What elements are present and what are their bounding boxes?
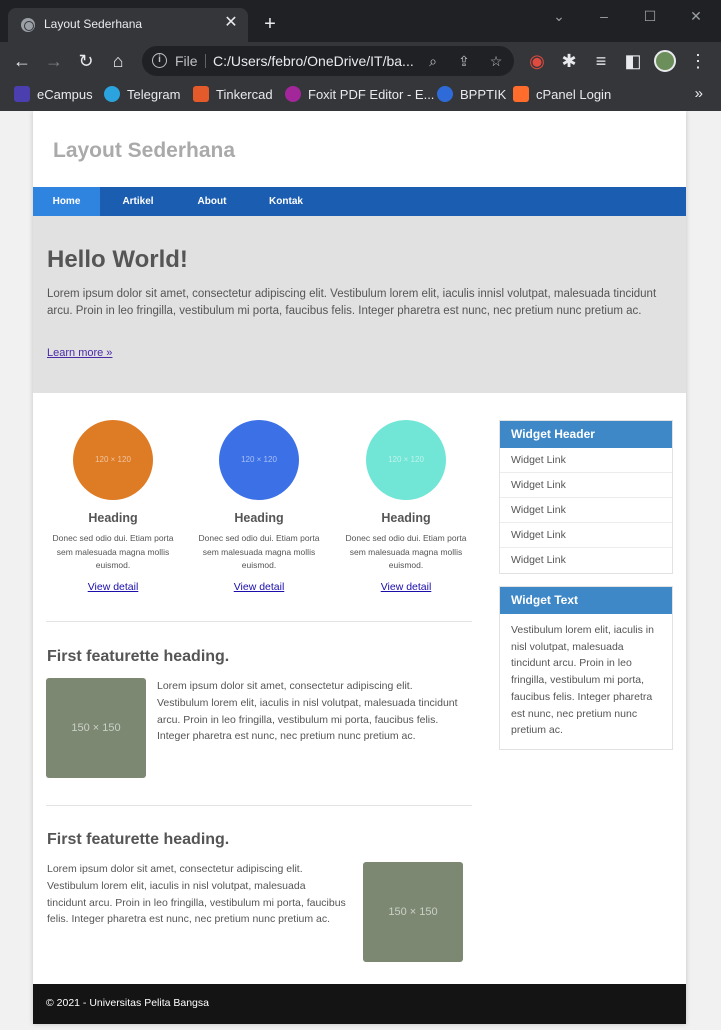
- ecampus-icon: [14, 86, 30, 102]
- learn-more-link[interactable]: Learn more »: [47, 347, 112, 359]
- zoom-icon[interactable]: ⌕: [424, 52, 442, 70]
- close-window-icon[interactable]: ✕: [682, 6, 710, 26]
- card-text: Donec sed odio dui. Etiam porta sem male…: [52, 533, 174, 570]
- divider: [46, 805, 472, 806]
- close-tab-icon[interactable]: ✕: [222, 14, 240, 32]
- new-tab-button[interactable]: +: [260, 14, 280, 34]
- tab-search-icon[interactable]: ⌄: [545, 6, 573, 26]
- featurette-text: Lorem ipsum dolor sit amet, consectetur …: [47, 863, 346, 926]
- reload-icon[interactable]: ↻: [75, 50, 97, 72]
- nav-home[interactable]: Home: [33, 187, 100, 216]
- widget-link[interactable]: Widget Link: [500, 523, 672, 548]
- card-image-placeholder: 120 × 120: [73, 420, 153, 500]
- hero-title: Hello World!: [47, 246, 188, 273]
- widget-link[interactable]: Widget Link: [500, 473, 672, 498]
- globe-icon: [21, 18, 35, 32]
- menu-icon[interactable]: ⋮: [687, 50, 709, 72]
- bookmarks-bar: eCampus Telegram Tinkercad Foxit PDF Edi…: [0, 80, 721, 111]
- feature-card: 120 × 120 Heading Donec sed odio dui. Et…: [193, 420, 325, 595]
- featurette-image-placeholder: 150 × 150: [46, 678, 146, 778]
- text-widget: Widget Text Vestibulum lorem elit, iacul…: [499, 586, 673, 750]
- widget-text: Vestibulum lorem elit, iaculis in nisl v…: [511, 624, 654, 737]
- nav-artikel[interactable]: Artikel: [111, 187, 165, 216]
- cpanel-icon: [513, 86, 529, 102]
- address-divider: [205, 54, 206, 68]
- nav-about[interactable]: About: [185, 187, 239, 216]
- browser-tab[interactable]: Layout Sederhana ✕: [8, 8, 248, 42]
- browser-chrome: Layout Sederhana ✕ + ⌄ – ☐ ✕ ← → ↻ ⌂ i F…: [0, 0, 721, 111]
- featurette-heading: First featurette heading.: [47, 648, 230, 665]
- media-control-icon[interactable]: ≡: [590, 50, 612, 72]
- bookmark-cpanel[interactable]: cPanel Login: [513, 86, 611, 104]
- eye-off-icon[interactable]: ◉: [526, 50, 548, 72]
- links-widget: Widget Header Widget Link Widget Link Wi…: [499, 420, 673, 574]
- url-text[interactable]: C:/Users/febro/OneDrive/IT/ba...: [213, 53, 418, 69]
- profile-avatar[interactable]: [654, 50, 676, 72]
- telegram-icon: [104, 86, 120, 102]
- bookmark-star-icon[interactable]: ☆: [487, 52, 505, 70]
- scheme-label: File: [175, 53, 198, 69]
- share-icon[interactable]: ⇪: [455, 52, 473, 70]
- site-title: Layout Sederhana: [53, 139, 236, 162]
- view-detail-link[interactable]: View detail: [88, 581, 139, 593]
- tinkercad-icon: [193, 86, 209, 102]
- card-text: Donec sed odio dui. Etiam porta sem male…: [198, 533, 320, 570]
- bookmark-label: Telegram: [127, 87, 181, 102]
- hero-section: Hello World! Lorem ipsum dolor sit amet,…: [33, 216, 686, 393]
- feature-card: 120 × 120 Heading Donec sed odio dui. Et…: [47, 420, 179, 595]
- card-heading: Heading: [88, 511, 138, 525]
- widget-link[interactable]: Widget Link: [500, 498, 672, 523]
- bookmark-bpptik[interactable]: BPPTIK: [437, 86, 506, 104]
- bookmark-label: BPPTIK: [460, 87, 507, 102]
- bookmark-label: Foxit PDF Editor - E...: [308, 87, 435, 102]
- tab-title: Layout Sederhana: [44, 17, 143, 31]
- card-heading: Heading: [234, 511, 284, 525]
- card-image-placeholder: 120 × 120: [219, 420, 299, 500]
- foxit-icon: [285, 86, 301, 102]
- tab-strip: Layout Sederhana ✕ + ⌄ – ☐ ✕: [0, 0, 721, 42]
- bookmark-telegram[interactable]: Telegram: [104, 86, 180, 104]
- page-viewport: Layout Sederhana Home Artikel About Kont…: [0, 111, 721, 1030]
- minimize-icon[interactable]: –: [590, 6, 618, 26]
- widget-link[interactable]: Widget Link: [500, 448, 672, 473]
- card-heading: Heading: [381, 511, 431, 525]
- footer-text: © 2021 - Universitas Pelita Bangsa: [46, 997, 209, 1009]
- divider: [46, 621, 472, 622]
- info-icon[interactable]: i: [152, 53, 167, 68]
- bookmark-label: eCampus: [37, 87, 93, 102]
- widget-header: Widget Text: [500, 587, 672, 614]
- back-icon[interactable]: ←: [11, 50, 33, 72]
- widget-header: Widget Header: [500, 421, 672, 448]
- browser-toolbar: ← → ↻ ⌂ i File C:/Users/febro/OneDrive/I…: [0, 42, 721, 80]
- featurette-image-placeholder: 150 × 150: [363, 862, 463, 962]
- main-navbar: Home Artikel About Kontak: [33, 187, 686, 216]
- featurette-heading: First featurette heading.: [47, 831, 230, 848]
- bookmark-label: Tinkercad: [216, 87, 273, 102]
- card-image-placeholder: 120 × 120: [366, 420, 446, 500]
- site-footer: © 2021 - Universitas Pelita Bangsa: [33, 984, 686, 1024]
- view-detail-link[interactable]: View detail: [381, 581, 432, 593]
- bookmarks-overflow-icon[interactable]: »: [695, 85, 703, 102]
- feature-card: 120 × 120 Heading Donec sed odio dui. Et…: [340, 420, 472, 595]
- view-detail-link[interactable]: View detail: [234, 581, 285, 593]
- extensions-icon[interactable]: ✱: [558, 50, 580, 72]
- bpptik-icon: [437, 86, 453, 102]
- hero-text: Lorem ipsum dolor sit amet, consectetur …: [47, 288, 657, 317]
- maximize-icon[interactable]: ☐: [636, 6, 664, 26]
- bookmark-ecampus[interactable]: eCampus: [14, 86, 93, 104]
- bookmark-foxit[interactable]: Foxit PDF Editor - E...: [285, 86, 434, 104]
- bookmark-tinkercad[interactable]: Tinkercad: [193, 86, 273, 104]
- card-text: Donec sed odio dui. Etiam porta sem male…: [345, 533, 467, 570]
- address-bar[interactable]: i File C:/Users/febro/OneDrive/IT/ba... …: [142, 46, 514, 76]
- bookmark-label: cPanel Login: [536, 87, 612, 102]
- nav-kontak[interactable]: Kontak: [259, 187, 313, 216]
- home-icon[interactable]: ⌂: [107, 50, 129, 72]
- widget-link[interactable]: Widget Link: [500, 548, 672, 573]
- page-container: Layout Sederhana Home Artikel About Kont…: [33, 111, 686, 1024]
- forward-icon[interactable]: →: [43, 50, 65, 72]
- side-panel-icon[interactable]: ◧: [622, 50, 644, 72]
- featurette-text: Lorem ipsum dolor sit amet, consectetur …: [157, 680, 458, 743]
